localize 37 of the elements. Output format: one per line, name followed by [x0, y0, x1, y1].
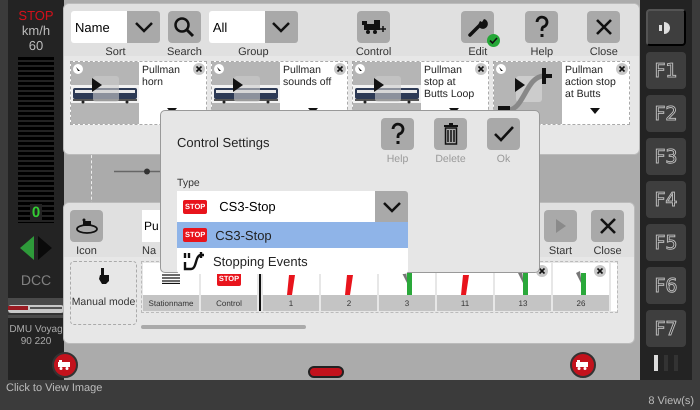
loco-name: DMU Voyag	[9, 324, 63, 336]
loco-address: 90 220	[20, 336, 52, 348]
button-label: Start	[548, 245, 572, 257]
button-label: Search	[167, 46, 202, 58]
unit-label: km/h	[22, 23, 50, 38]
step-label: Control	[201, 295, 257, 311]
button-label: Help	[530, 46, 554, 58]
step-label: 13	[495, 295, 551, 311]
step-label: 1	[263, 295, 319, 311]
action-title: Pullman action stop at Butts	[565, 64, 616, 100]
field-label: Type	[177, 177, 201, 189]
protocol-label: DCC	[20, 272, 52, 288]
field-label: Na	[142, 245, 158, 257]
action-title: Pullman stop at Butts Loop	[424, 64, 474, 100]
step-label: 3	[379, 295, 435, 311]
button-label: Delete	[435, 153, 466, 165]
speed-value: 0	[30, 204, 42, 221]
field-label: Sort	[105, 46, 126, 58]
step-label: 26	[553, 295, 609, 311]
step-label: Stationname	[143, 295, 199, 311]
dialog-title: Control Settings	[177, 135, 270, 150]
button-label: Icon	[76, 245, 97, 257]
step-label: 11	[437, 295, 493, 311]
step-label: 2	[321, 295, 377, 311]
button-label: Close	[593, 245, 622, 257]
action-title: Pullman sounds off	[283, 64, 332, 88]
button-label: Help	[386, 153, 408, 165]
manual-mode-label: Manual mode	[72, 296, 136, 308]
button-label: Ok	[496, 153, 510, 165]
button-label: Control	[356, 46, 392, 58]
button-label: Close	[590, 46, 618, 58]
dropdown-value: CS3-Stop	[219, 199, 276, 214]
field-label: Group	[238, 46, 269, 58]
max-speed-label: 60	[28, 38, 44, 53]
button-label: Edit	[468, 46, 488, 58]
status-text: 8 View(s)	[648, 395, 694, 409]
action-title: Pullman horn	[142, 64, 180, 88]
